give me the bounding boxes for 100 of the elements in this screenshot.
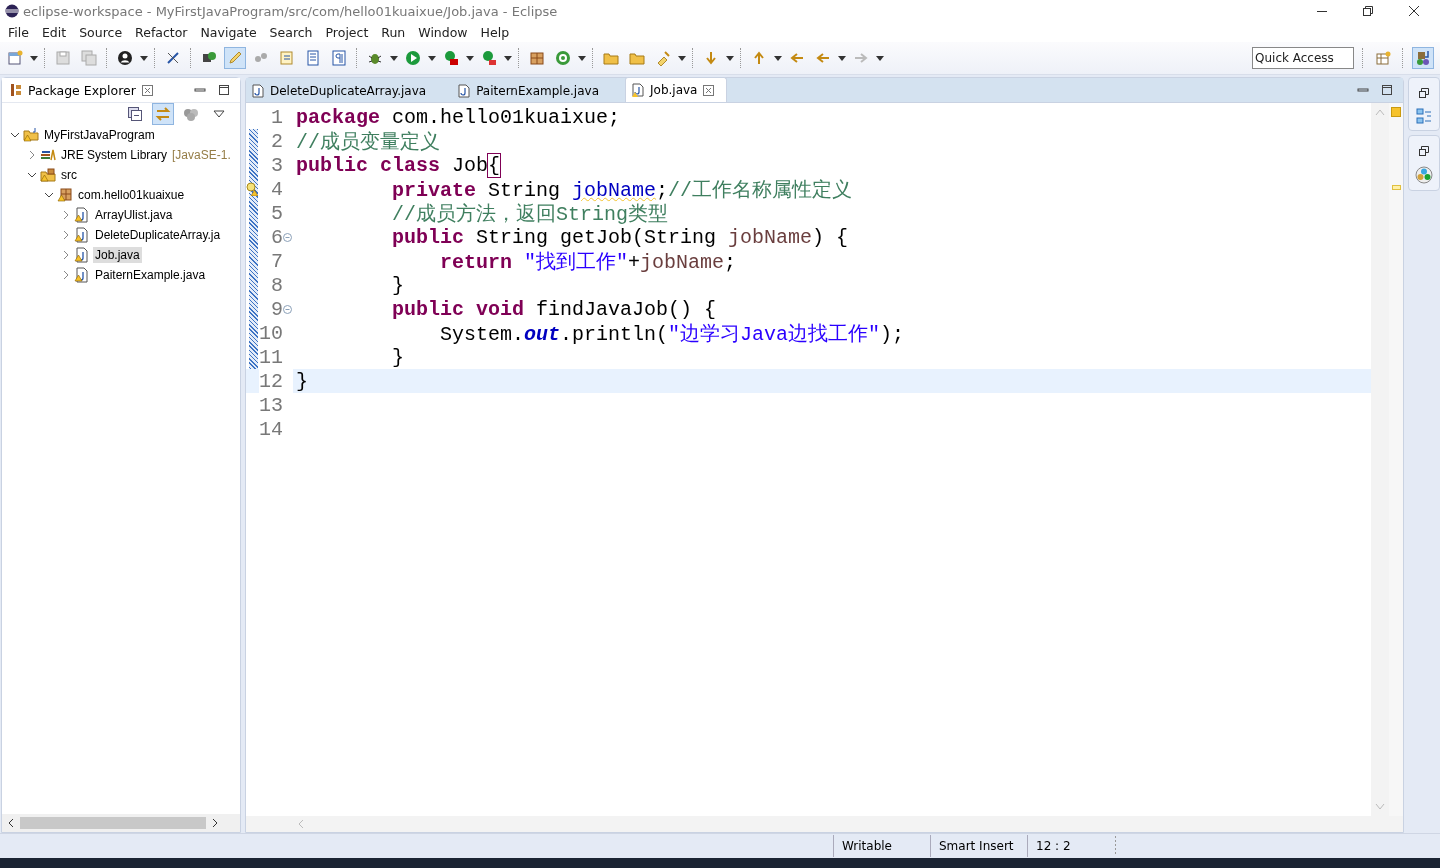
code-line: package com.hello01kuaixue;	[295, 105, 621, 129]
dropdown-caret-icon[interactable]	[876, 55, 884, 61]
palette-icon[interactable]	[1415, 166, 1433, 184]
line-number: 10	[259, 321, 283, 345]
tab-label: DeleteDuplicateArray.java	[270, 84, 427, 98]
editor-tab[interactable]: Job.java	[625, 77, 728, 102]
menu-item[interactable]: Help	[473, 24, 516, 40]
tree-item[interactable]: PaiternExample.java	[93, 267, 208, 283]
java-file-icon	[252, 84, 264, 98]
status-field: Smart Insert	[931, 835, 1028, 857]
line-number: 3	[270, 153, 283, 177]
outline-icon[interactable]	[1416, 108, 1432, 124]
warning-bulb-icon[interactable]	[246, 182, 258, 196]
java-file-icon	[74, 227, 90, 243]
library-books-icon	[40, 147, 56, 163]
code-line: System.out.println("边学习Java边找工作");	[439, 321, 905, 347]
dropdown-caret-icon[interactable]	[30, 55, 38, 61]
document-icon	[279, 50, 295, 66]
scroll-right-icon[interactable]	[210, 818, 220, 828]
open-perspective-icon	[1375, 50, 1391, 66]
tree-item[interactable]: JRE System Library	[59, 147, 170, 163]
link-with-editor-button[interactable]	[152, 103, 174, 125]
menu-item[interactable]: Window	[411, 24, 474, 40]
warning-marker[interactable]	[1391, 107, 1401, 117]
fold-toggle-icon[interactable]	[283, 304, 292, 314]
java-file-icon	[74, 247, 90, 263]
tree-item-detail: [JavaSE-1.	[172, 148, 231, 162]
restore-icon[interactable]	[1419, 146, 1429, 156]
menu-item[interactable]: Search	[262, 24, 319, 40]
dropdown-caret-icon[interactable]	[466, 55, 474, 61]
menu-item[interactable]: Navigate	[193, 24, 263, 40]
code-line: private String jobName;//工作名称属性定义	[391, 177, 853, 203]
menu-item[interactable]: Run	[374, 24, 412, 40]
tree-item[interactable]: DeleteDuplicateArray.ja	[93, 227, 223, 243]
restore-icon[interactable]	[1419, 88, 1429, 98]
code-line: public String getJob(String jobName) {	[391, 225, 849, 249]
close-icon[interactable]	[1408, 5, 1420, 17]
package-icon	[57, 187, 73, 203]
line-number: 11	[259, 345, 283, 369]
view-title[interactable]: Package Explorer	[28, 82, 136, 98]
quick-access-field[interactable]: Quick Access	[1252, 47, 1354, 69]
dropdown-caret-icon[interactable]	[774, 55, 782, 61]
code-line: return "找到工作"+jobName;	[439, 249, 737, 275]
maximize-icon[interactable]	[218, 84, 230, 96]
tab-label: PaiternExample.java	[476, 84, 599, 98]
dropdown-caret-icon[interactable]	[504, 55, 512, 61]
line-number: 5	[270, 201, 283, 225]
line-number: 4	[270, 177, 283, 201]
tree-item[interactable]: MyFirstJavaProgram	[42, 127, 157, 143]
fold-toggle-icon[interactable]	[283, 232, 292, 242]
run-icon	[405, 50, 421, 66]
scroll-left-icon[interactable]	[6, 818, 16, 828]
line-number: 13	[259, 393, 283, 417]
dropdown-caret-icon[interactable]	[726, 55, 734, 61]
editor-tab[interactable]: DeleteDuplicateArray.java	[246, 80, 439, 102]
java-file-icon	[458, 84, 471, 98]
project-folder-icon	[23, 127, 39, 143]
tree-item[interactable]: com.hello01kuaixue	[76, 187, 187, 203]
line-number: 1	[270, 105, 283, 129]
back-icon	[815, 50, 831, 66]
tree-item[interactable]: src	[59, 167, 79, 183]
java-perspective-icon	[1415, 50, 1431, 66]
new-icon	[7, 50, 23, 66]
warning-marker[interactable]	[1392, 185, 1401, 190]
restore-icon[interactable]	[1362, 5, 1374, 17]
dropdown-caret-icon[interactable]	[140, 55, 148, 61]
tree-item[interactable]: Job.java	[93, 247, 142, 263]
dropdown-caret-icon[interactable]	[578, 55, 586, 61]
menu-item[interactable]: Source	[72, 24, 129, 40]
menu-item[interactable]: Project	[318, 24, 375, 40]
code-line: }	[391, 273, 405, 297]
code-line: //成员方法，返回String类型	[391, 201, 669, 227]
up-arrow-icon	[751, 50, 767, 66]
eclipse-logo-icon	[5, 4, 19, 18]
maximize-icon[interactable]	[1381, 84, 1393, 96]
menu-item[interactable]: File	[1, 24, 35, 40]
dropdown-caret-icon[interactable]	[838, 55, 846, 61]
java-file-icon	[74, 267, 90, 283]
tab-label: Job.java	[650, 83, 698, 97]
editor-tab[interactable]: PaiternExample.java	[452, 80, 611, 102]
scrollbar-thumb[interactable]	[20, 817, 206, 829]
menu-item[interactable]: Refactor	[128, 24, 194, 40]
dropdown-caret-icon[interactable]	[678, 55, 686, 61]
line-number: 6	[270, 225, 283, 249]
pilcrow-icon	[331, 50, 347, 66]
folder-icon	[603, 50, 619, 66]
java-perspective-button[interactable]	[1412, 47, 1434, 69]
package-icon	[10, 83, 22, 97]
menu-item[interactable]: Edit	[34, 24, 73, 40]
window-title: eclipse-workspace - MyFirstJavaProgram/src/com/hello01kuaixue/Job.java - Eclipse	[23, 3, 558, 19]
source-folder-icon	[40, 167, 56, 183]
forward-icon	[853, 50, 869, 66]
tree-item[interactable]: ArrayUlist.java	[93, 207, 175, 223]
line-number: 7	[270, 249, 283, 273]
save-all-icon	[81, 50, 97, 66]
line-number: 14	[259, 417, 283, 441]
save-icon	[55, 50, 71, 66]
dropdown-caret-icon[interactable]	[390, 55, 398, 61]
dropdown-caret-icon[interactable]	[428, 55, 436, 61]
java-file-icon	[632, 83, 644, 97]
